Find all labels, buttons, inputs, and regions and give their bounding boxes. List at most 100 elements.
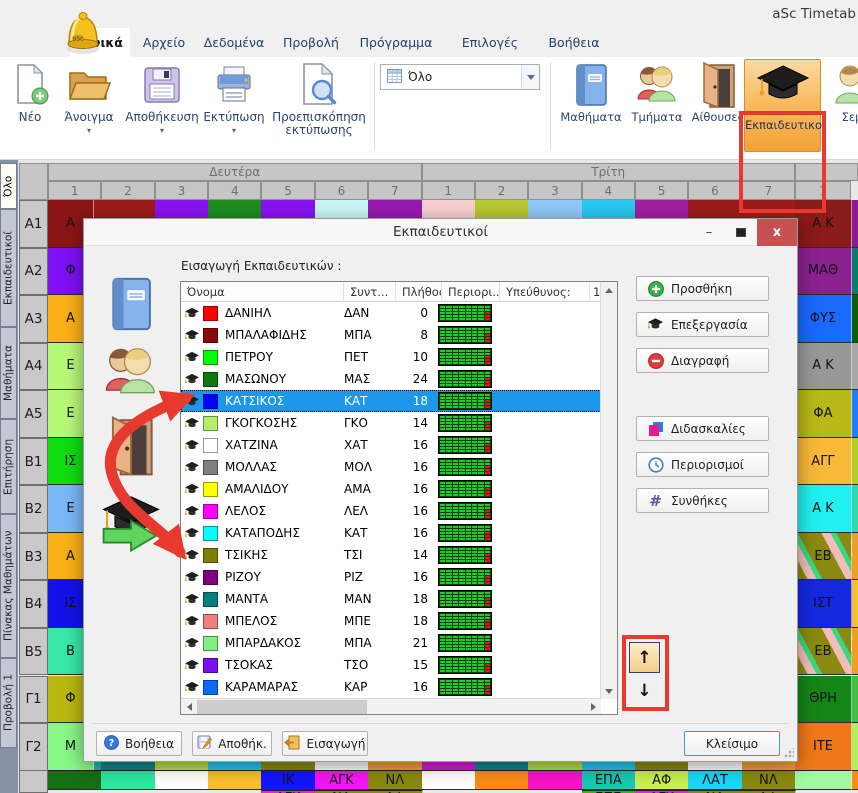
- teacher-row[interactable]: ΛΕΛΟΣ ΛΕΛ 16: [181, 500, 601, 522]
- timetable-cell[interactable]: ΛΑΤ: [688, 770, 742, 790]
- timetable-cell[interactable]: ΝΛ: [368, 770, 422, 790]
- timetable-cell[interactable]: [852, 343, 858, 391]
- teacher-row[interactable]: ΚΑΤΣΙΚΟΣ ΚΑΤ 18: [181, 390, 601, 412]
- teacher-row[interactable]: ΔΑΝΙΗΛ ΔΑΝ 0: [181, 302, 601, 324]
- timetable-cell[interactable]: [155, 770, 209, 790]
- timetable-cell[interactable]: ΑΓΚ: [315, 770, 369, 790]
- timetable-cell[interactable]: [852, 580, 858, 628]
- timetable-cell[interactable]: [852, 723, 858, 771]
- teacher-row[interactable]: ΓΚΟΓΚΟΣΗΣ ΓΚΟ 14: [181, 412, 601, 434]
- side-tab-ekpaideutikoi[interactable]: Εκπαιδευτικοί: [0, 209, 17, 327]
- conditions-button[interactable]: # Συνθήκες: [636, 488, 769, 513]
- timetable-cell[interactable]: ΙΣΤ: [795, 580, 852, 628]
- print-button[interactable]: Εκτύπωση ▾: [202, 60, 266, 152]
- teacher-row[interactable]: ΜΑΣΩΝΟΥ ΜΑΣ 24: [181, 368, 601, 390]
- timetable-cell[interactable]: [528, 770, 582, 790]
- open-button[interactable]: Άνοιγμα ▾: [56, 60, 122, 152]
- teacher-row[interactable]: ΜΠΑΛΑΦΙΔΗΣ ΜΠΑ 8: [181, 324, 601, 346]
- teacher-row[interactable]: ΤΣΙΚΗΣ ΤΣΙ 14: [181, 544, 601, 566]
- sidebar-subjects-icon[interactable]: [98, 273, 164, 335]
- vertical-scrollbar[interactable]: [600, 282, 617, 699]
- side-tab-epitirisi[interactable]: Επιτήρηση: [0, 419, 17, 514]
- scroll-left-button[interactable]: [181, 699, 197, 714]
- close-dialog-button[interactable]: Κλείσιμο: [684, 731, 780, 756]
- row-header[interactable]: Β3: [19, 533, 48, 581]
- side-tab-olo[interactable]: Όλο: [0, 163, 17, 209]
- row-header[interactable]: Β4: [19, 580, 48, 628]
- teacher-row[interactable]: ΜΠΕΛΟΣ ΜΠΕ 18: [181, 610, 601, 632]
- col-constraints[interactable]: Περιορι...: [442, 282, 500, 302]
- row-header[interactable]: Α2: [19, 248, 48, 296]
- timetable-cell[interactable]: [852, 676, 858, 724]
- teachers-button[interactable]: Εκπαιδευτικοί: [744, 59, 821, 152]
- tab-provoli[interactable]: Προβολή: [278, 28, 344, 57]
- move-down-button[interactable]: ↓: [629, 676, 660, 706]
- seminars-button[interactable]: Σεμ: [830, 60, 858, 152]
- timetable-cell[interactable]: ΙΤΕ: [795, 723, 852, 771]
- col-code[interactable]: Συντ...: [344, 282, 396, 302]
- teacher-row[interactable]: ΡΙΖΟΥ ΡΙΖ 16: [181, 566, 601, 588]
- timetable-cell[interactable]: [852, 390, 858, 438]
- timetable-cell[interactable]: ΦΥΣ: [795, 295, 852, 343]
- delete-button[interactable]: Διαγραφή: [636, 348, 769, 373]
- row-header[interactable]: Β2: [19, 485, 48, 533]
- row-header[interactable]: Γ2: [19, 723, 48, 771]
- side-tab-pinakas[interactable]: Πίνακας Μαθημάτων: [0, 514, 17, 658]
- tab-programma[interactable]: Πρόγραμμα: [352, 28, 440, 57]
- teacher-row[interactable]: ΜΠΑΡΔΑΚΟΣ ΜΠΑ 21: [181, 632, 601, 654]
- row-header[interactable]: Α3: [19, 295, 48, 343]
- open-dropdown-caret[interactable]: ▾: [56, 126, 122, 135]
- timetable-cell[interactable]: [852, 533, 858, 581]
- teacher-row[interactable]: ΧΑΤΖΙΝΑ ΧΑΤ 16: [181, 434, 601, 456]
- col-name[interactable]: Όνομα: [181, 282, 344, 302]
- timetable-cell[interactable]: ΑΦ: [635, 770, 689, 790]
- timetable-cell[interactable]: [852, 248, 858, 296]
- timetable-cell[interactable]: ΑΓΓ: [795, 438, 852, 486]
- row-header[interactable]: Α1: [19, 200, 48, 248]
- col-count[interactable]: Πλήθος: [396, 282, 442, 302]
- close-button[interactable]: x: [757, 219, 797, 246]
- teacher-row[interactable]: ΜΑΝΤΑ ΜΑΝ 18: [181, 588, 601, 610]
- side-tab-mathimata[interactable]: Μαθήματα: [0, 327, 17, 419]
- minimize-button[interactable]: –: [693, 219, 725, 246]
- timetable-cell[interactable]: [795, 770, 852, 790]
- save-button[interactable]: Αποθήκευση ▾: [124, 60, 200, 152]
- timetable-cell[interactable]: ΦΑ: [795, 390, 852, 438]
- timetable-cell[interactable]: ΜΑΘ: [795, 248, 852, 296]
- save-small-button[interactable]: Αποθήκ.: [192, 731, 272, 756]
- timetable-cell[interactable]: ΕΒ: [795, 628, 852, 676]
- subjects-button[interactable]: Μαθήματα: [558, 60, 624, 152]
- timetable-cell[interactable]: Α Κ: [795, 200, 852, 248]
- hscroll-thumb[interactable]: [197, 700, 367, 714]
- row-header[interactable]: Γ1: [19, 676, 48, 724]
- constraints-button[interactable]: Περιορισμοί: [636, 452, 769, 477]
- row-header[interactable]: Β1: [19, 438, 48, 486]
- timetable-cell[interactable]: [422, 770, 476, 790]
- row-header[interactable]: Α4: [19, 343, 48, 391]
- timetable-cell[interactable]: [852, 295, 858, 343]
- timetable-cell[interactable]: [208, 770, 262, 790]
- print-preview-button[interactable]: Προεπισκόπηση εκτύπωσης: [268, 60, 370, 152]
- maximize-button[interactable]: [725, 219, 757, 246]
- side-tab-provoli1[interactable]: Προβολή 1: [0, 658, 17, 748]
- scroll-up-button[interactable]: [601, 282, 617, 298]
- timetable-cell[interactable]: [48, 770, 102, 790]
- timetable-cell[interactable]: [852, 628, 858, 676]
- timetable-cell[interactable]: [101, 770, 155, 790]
- timetable-cell[interactable]: ΝΛ: [742, 770, 796, 790]
- scroll-right-button[interactable]: [585, 699, 601, 714]
- row-header[interactable]: [19, 770, 48, 793]
- timetable-cell[interactable]: ΕΒ: [795, 533, 852, 581]
- print-dropdown-caret[interactable]: ▾: [202, 126, 266, 135]
- teacher-row[interactable]: ΚΑΤΑΠΟΔΗΣ ΚΑΤ 16: [181, 522, 601, 544]
- tab-archeio[interactable]: Αρχείο: [136, 28, 192, 57]
- lessons-button[interactable]: Διδασκαλίες: [636, 416, 769, 441]
- teacher-row[interactable]: ΤΣΟΚΑΣ ΤΣΟ 15: [181, 654, 601, 676]
- timetable-cell[interactable]: [852, 485, 858, 533]
- help-button[interactable]: ? Βοήθεια: [96, 731, 182, 756]
- scroll-down-button[interactable]: [601, 683, 617, 699]
- sidebar-rooms-icon[interactable]: [98, 415, 164, 477]
- timetable-cell[interactable]: ΕΠΑ: [582, 770, 636, 790]
- teacher-row[interactable]: ΑΜΑΛΙΔΟΥ ΑΜΑ 16: [181, 478, 601, 500]
- classes-button[interactable]: Τμήματα: [626, 60, 688, 152]
